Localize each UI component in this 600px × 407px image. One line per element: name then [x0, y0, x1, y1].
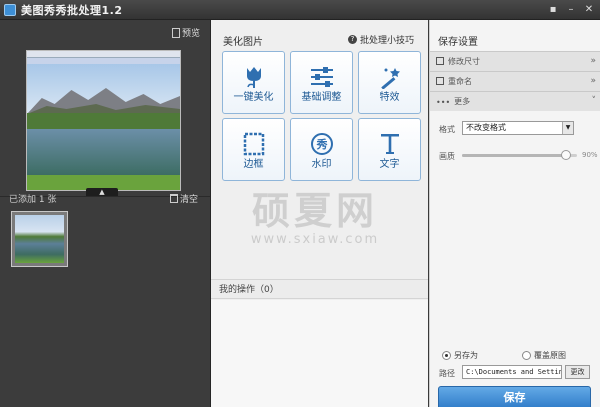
- minimize-button[interactable]: –: [564, 3, 578, 16]
- quality-slider-fill: [462, 154, 566, 157]
- save-settings-panel: 保存设置 修改尺寸 » 重命名 » ••• 更多 ˅ 格式 不改变格式 ▼ 画质 …: [429, 20, 600, 407]
- app-window: 美图秀秀批处理1.2 ▪ – ✕ 预览 ▲ 已添加 1 张 清空 美化图片 ? …: [0, 0, 600, 407]
- overwrite-radio[interactable]: 覆盖原图: [522, 350, 566, 361]
- beautify-title: 美化图片: [223, 37, 263, 48]
- crop-icon: [436, 57, 444, 65]
- path-input[interactable]: C:\Documents and Settings\: [462, 365, 562, 379]
- path-label: 路径: [439, 369, 455, 378]
- tool-watermark[interactable]: 秀 水印: [290, 118, 353, 181]
- overwrite-label: 覆盖原图: [534, 351, 566, 360]
- tool-label: 特效: [379, 92, 400, 103]
- added-count-label: 已添加 1 张: [9, 195, 57, 205]
- preview-menubar: [27, 51, 180, 58]
- collapse-toggle[interactable]: ▲: [86, 188, 118, 196]
- clear-label: 清空: [179, 195, 198, 205]
- more-dots-icon: •••: [436, 98, 451, 107]
- save-settings-title: 保存设置: [438, 37, 478, 48]
- magic-wand-icon: [380, 68, 400, 89]
- chevron-down-icon: ˅: [591, 96, 597, 106]
- quality-slider-handle[interactable]: [560, 150, 571, 160]
- section-label: 修改尺寸: [448, 57, 480, 66]
- svg-text:秀: 秀: [315, 137, 327, 151]
- tool-label: 水印: [311, 159, 332, 170]
- app-logo-icon: [4, 3, 16, 16]
- change-path-button[interactable]: 更改: [565, 365, 590, 379]
- more-section[interactable]: ••• 更多 ˅: [430, 91, 600, 111]
- preview-land: [27, 113, 180, 129]
- beautify-header: 美化图片 ? 批处理小技巧: [211, 20, 428, 48]
- tool-label: 文字: [379, 159, 400, 170]
- tips-link[interactable]: ? 批处理小技巧: [347, 33, 414, 46]
- my-operations-list: [211, 300, 428, 407]
- format-value: 不改变格式: [466, 123, 506, 132]
- chevron-right-icon: »: [590, 56, 596, 66]
- radio-selected-icon: [442, 351, 451, 360]
- quality-label: 画质: [439, 152, 455, 161]
- tool-effects[interactable]: 特效: [358, 51, 421, 114]
- stamp-icon: 秀: [310, 133, 333, 155]
- window-controls: ▪ – ✕: [546, 3, 596, 16]
- trash-icon: [169, 194, 178, 203]
- tool-text[interactable]: 文字: [358, 118, 421, 181]
- section-label: 更多: [454, 97, 471, 106]
- tool-label: 一键美化: [233, 92, 274, 103]
- rename-section[interactable]: 重命名 »: [430, 71, 600, 91]
- tool-label: 基础调整: [301, 92, 342, 103]
- save-button[interactable]: 保存: [438, 386, 591, 407]
- help-icon: ?: [347, 35, 357, 44]
- thumbnail-picture: [15, 215, 64, 263]
- preview-mountains: [27, 88, 180, 114]
- text-icon: [380, 134, 399, 154]
- save-as-label: 另存为: [454, 351, 478, 360]
- my-operations-header: 我的操作（0）: [211, 279, 428, 299]
- format-label: 格式: [439, 125, 455, 134]
- document-icon: [171, 27, 180, 38]
- save-as-radio[interactable]: 另存为: [442, 350, 478, 361]
- preview-label: 预览: [181, 29, 200, 39]
- tips-label: 批处理小技巧: [359, 36, 414, 46]
- large-preview-image: [26, 50, 181, 191]
- save-label: 保存: [503, 391, 526, 404]
- menu-icon[interactable]: ▪: [546, 3, 560, 16]
- radio-unselected-icon: [522, 351, 531, 360]
- format-select[interactable]: 不改变格式 ▼: [462, 121, 574, 135]
- window-title: 美图秀秀批处理1.2: [21, 3, 123, 17]
- tool-label: 边框: [243, 159, 264, 170]
- chevron-right-icon: »: [590, 76, 596, 86]
- rename-icon: [436, 77, 444, 85]
- beautify-panel: 美化图片 ? 批处理小技巧 一键美化 基础调整 特效 边框 秀 水印 文字 我的…: [210, 20, 428, 407]
- tool-frame[interactable]: 边框: [222, 118, 285, 181]
- preview-water: [27, 129, 180, 175]
- image-thumbnail[interactable]: [11, 211, 68, 267]
- clear-button[interactable]: 清空: [169, 192, 198, 205]
- preview-button[interactable]: 预览: [171, 26, 200, 39]
- frame-icon: [243, 132, 264, 156]
- title-bar: 美图秀秀批处理1.2 ▪ – ✕: [0, 0, 600, 20]
- sliders-icon: [310, 67, 333, 87]
- tool-basic-adjust[interactable]: 基础调整: [290, 51, 353, 114]
- close-button[interactable]: ✕: [582, 3, 596, 16]
- tulip-icon: [246, 67, 261, 88]
- tool-grid: 一键美化 基础调整 特效 边框 秀 水印 文字: [222, 51, 421, 181]
- resize-section[interactable]: 修改尺寸 »: [430, 51, 600, 71]
- tool-one-click-beautify[interactable]: 一键美化: [222, 51, 285, 114]
- quality-slider[interactable]: [462, 150, 577, 160]
- image-list-panel: 预览 ▲ 已添加 1 张 清空: [0, 20, 210, 407]
- section-label: 重命名: [448, 77, 472, 86]
- quality-value: 90%: [582, 151, 598, 159]
- chevron-down-icon: ▼: [562, 122, 573, 134]
